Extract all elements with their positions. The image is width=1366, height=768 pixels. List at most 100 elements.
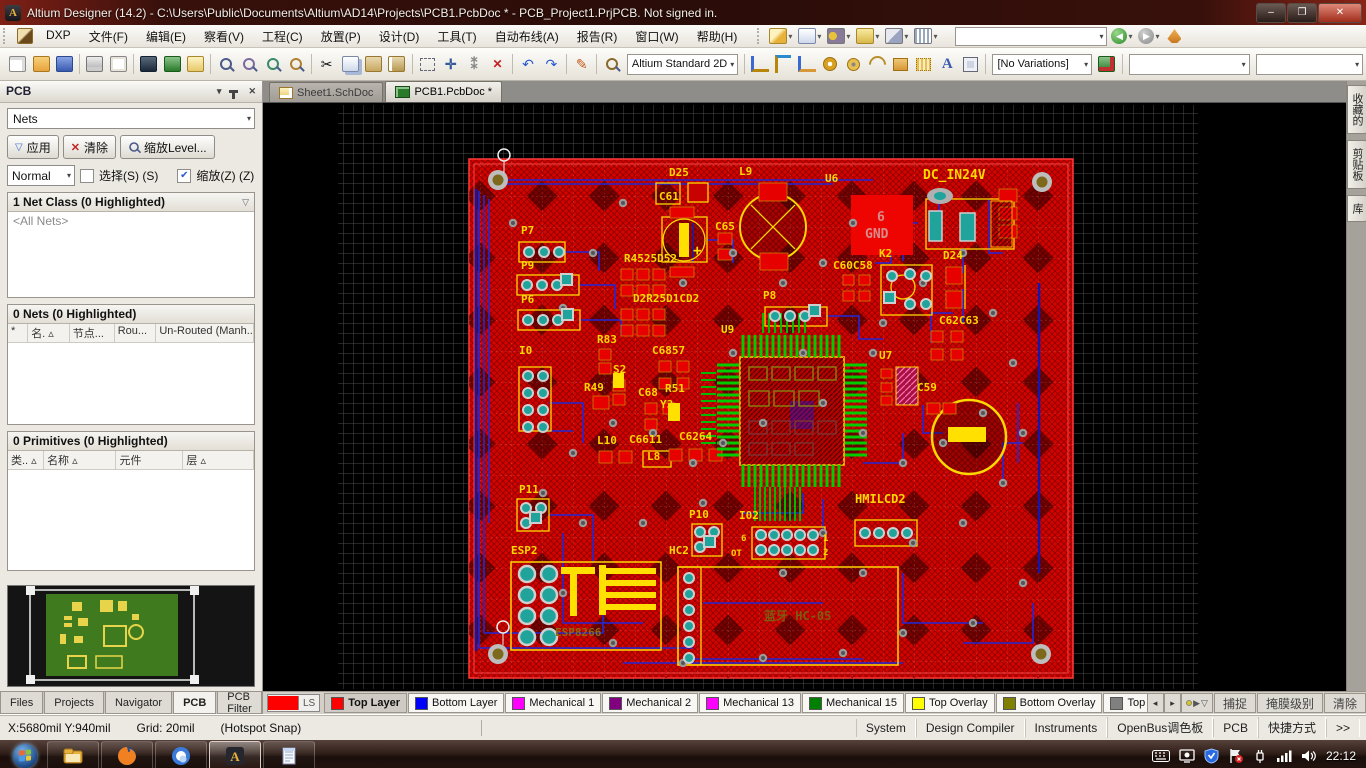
taskbar-explorer-button[interactable] — [47, 741, 99, 768]
restore-button[interactable]: ❐ — [1287, 3, 1317, 23]
board-preview[interactable] — [7, 585, 255, 687]
zoom-selection-button[interactable] — [261, 52, 284, 76]
place-polygon-button[interactable] — [912, 52, 935, 76]
action-center-flag-icon[interactable] — [1228, 748, 1244, 764]
right-tab-剪贴板[interactable]: 剪贴板 — [1347, 140, 1366, 189]
toolbar-grip[interactable] — [3, 28, 10, 44]
panel-dropdown-icon[interactable]: ▾ — [217, 86, 222, 97]
highlight-mode-combo[interactable]: Normal▾ — [7, 165, 75, 186]
display-settings-icon[interactable] — [1179, 748, 1195, 764]
interactive-routing-button[interactable] — [748, 52, 771, 76]
layer-tab-top-overlay[interactable]: Top Overlay — [905, 693, 995, 713]
empty-combo-1[interactable]: ▾ — [1129, 54, 1250, 75]
menu-窗口W[interactable]: 窗口(W) — [626, 25, 687, 48]
paste-button[interactable] — [362, 52, 385, 76]
panel-close-icon[interactable]: ✕ — [248, 86, 256, 97]
net-class-item[interactable]: <All Nets> — [8, 212, 254, 230]
route-differential-button[interactable] — [772, 52, 795, 76]
browse-mode-combo[interactable]: Nets▾ — [7, 108, 255, 130]
place-via-button[interactable] — [842, 52, 865, 76]
menu-报告R[interactable]: 报告(R) — [568, 25, 627, 48]
zoom-area-button[interactable] — [238, 52, 261, 76]
layer-tab-mechanical-13[interactable]: Mechanical 13 — [699, 693, 801, 713]
open-button[interactable] — [29, 52, 52, 76]
title-bar[interactable]: A Altium Designer (14.2) - C:\Users\Publ… — [0, 0, 1366, 25]
menu-编辑E[interactable]: 编辑(E) — [137, 25, 195, 48]
layer-bar-button-捕捉[interactable]: 捕捉 — [1214, 693, 1256, 713]
wiring-pen-button[interactable]: ✎ — [570, 52, 593, 76]
doc-tab-PCB1PcbDoc[interactable]: PCB1.PcbDoc * — [385, 81, 502, 102]
menu-自动布线A[interactable]: 自动布线(A) — [486, 25, 568, 48]
net-class-section-header[interactable]: 1 Net Class (0 Highlighted)▽ — [8, 193, 254, 212]
paste-special-button[interactable] — [385, 52, 408, 76]
menu-设计D[interactable]: 设计(D) — [370, 25, 429, 48]
new-document-button[interactable] — [6, 52, 29, 76]
place-fill-button[interactable] — [889, 52, 912, 76]
helper-icon[interactable] — [1167, 29, 1181, 43]
select-checkbox[interactable] — [80, 169, 94, 183]
empty-combo-2[interactable]: ▾ — [1256, 54, 1363, 75]
layers-scroll-left-button[interactable]: ◂ — [1147, 693, 1164, 713]
menu-放置P[interactable]: 放置(P) — [312, 25, 370, 48]
layer-tab-mechanical-1[interactable]: Mechanical 1 — [505, 693, 601, 713]
layer-bar-button-掩膜级别[interactable]: 掩膜级别 — [1257, 693, 1323, 713]
close-button[interactable]: ✕ — [1318, 3, 1362, 23]
clear-filter-button[interactable]: ✕清除 — [63, 135, 116, 159]
toolbar-grip[interactable] — [757, 28, 764, 44]
layer-tab-mechanical-2[interactable]: Mechanical 2 — [602, 693, 698, 713]
undo-button[interactable]: ↶ — [516, 52, 539, 76]
nets-column-header[interactable]: 名. ▵ — [28, 324, 70, 342]
taskbar-altium-button[interactable]: A — [209, 741, 261, 768]
menu-DXP[interactable]: DXP — [37, 25, 80, 48]
pin-icon[interactable] — [229, 90, 238, 93]
layer-tab-top-layer[interactable]: Top Layer — [324, 693, 407, 713]
zoom-level-button[interactable]: 缩放Level... — [120, 135, 215, 159]
menu-工具T[interactable]: 工具(T) — [428, 25, 485, 48]
clear-filter-button[interactable]: ✕ — [486, 52, 509, 76]
nets-section-header[interactable]: 0 Nets (0 Highlighted) — [8, 305, 254, 324]
dxp-icon[interactable] — [17, 28, 33, 44]
power-plug-icon[interactable] — [1253, 748, 1267, 764]
browse-library-button[interactable] — [600, 52, 623, 76]
place-pad-button[interactable] — [819, 52, 842, 76]
status-button->>[interactable]: >> — [1326, 719, 1360, 737]
panel-tab-pcb-filter[interactable]: PCB Filter — [217, 692, 261, 714]
menu-工程C[interactable]: 工程(C) — [253, 25, 312, 48]
minimize-button[interactable]: – — [1256, 3, 1286, 23]
menu-帮助H[interactable]: 帮助(H) — [688, 25, 747, 48]
back-button[interactable]: ◀ — [1111, 28, 1127, 44]
shape-tool-button[interactable]: ▾ — [885, 28, 910, 44]
offset-button[interactable]: ⁑ — [462, 52, 485, 76]
print-button[interactable] — [83, 52, 106, 76]
right-tab-库[interactable]: 库 — [1347, 195, 1366, 222]
sheet-view-button[interactable] — [184, 52, 207, 76]
route-multi-button[interactable] — [795, 52, 818, 76]
view-configuration-combo[interactable]: Altium Standard 2D▾ — [627, 54, 738, 75]
taskbar-notepad-button[interactable] — [263, 741, 315, 768]
pcb-canvas[interactable]: D25L9U6C61C65DC_IN24VP7P9P6R4525D52D2R25… — [263, 102, 1346, 691]
panel-tab-navigator[interactable]: Navigator — [105, 692, 172, 714]
nets-column-header[interactable]: Rou... — [115, 324, 157, 342]
select-area-button[interactable] — [416, 52, 439, 76]
board-view-button[interactable] — [160, 52, 183, 76]
ruler-tool-button[interactable]: ▾ — [856, 28, 881, 44]
layer-tab-top-paste[interactable]: Top Paste — [1103, 693, 1146, 713]
cut-button[interactable]: ✂ — [315, 52, 338, 76]
variations-combo[interactable]: [No Variations]▾ — [992, 54, 1092, 75]
nets-column-header[interactable]: Un-Routed (Manh... — [156, 324, 254, 342]
layer-filter-button[interactable]: ▶▽ — [1181, 693, 1213, 713]
network-signal-icon[interactable] — [1276, 749, 1292, 763]
menu-察看V[interactable]: 察看(V) — [195, 25, 253, 48]
panel-tab-projects[interactable]: Projects — [44, 692, 104, 714]
layer-tab-bottom-layer[interactable]: Bottom Layer — [408, 693, 504, 713]
nets-column-header[interactable]: * — [8, 324, 28, 342]
apply-filter-button[interactable]: ▽应用 — [7, 135, 59, 159]
language-keyboard-icon[interactable] — [1152, 750, 1170, 762]
status-button-pcb[interactable]: PCB — [1213, 719, 1258, 737]
status-button-快捷方式[interactable]: 快捷方式 — [1258, 717, 1326, 738]
zoom-checkbox[interactable]: ✔ — [177, 169, 191, 183]
save-button[interactable] — [53, 52, 76, 76]
place-component-button[interactable] — [959, 52, 982, 76]
zoom-fit-button[interactable] — [214, 52, 237, 76]
primitives-column-header[interactable]: 类.. ▵ — [8, 451, 44, 469]
